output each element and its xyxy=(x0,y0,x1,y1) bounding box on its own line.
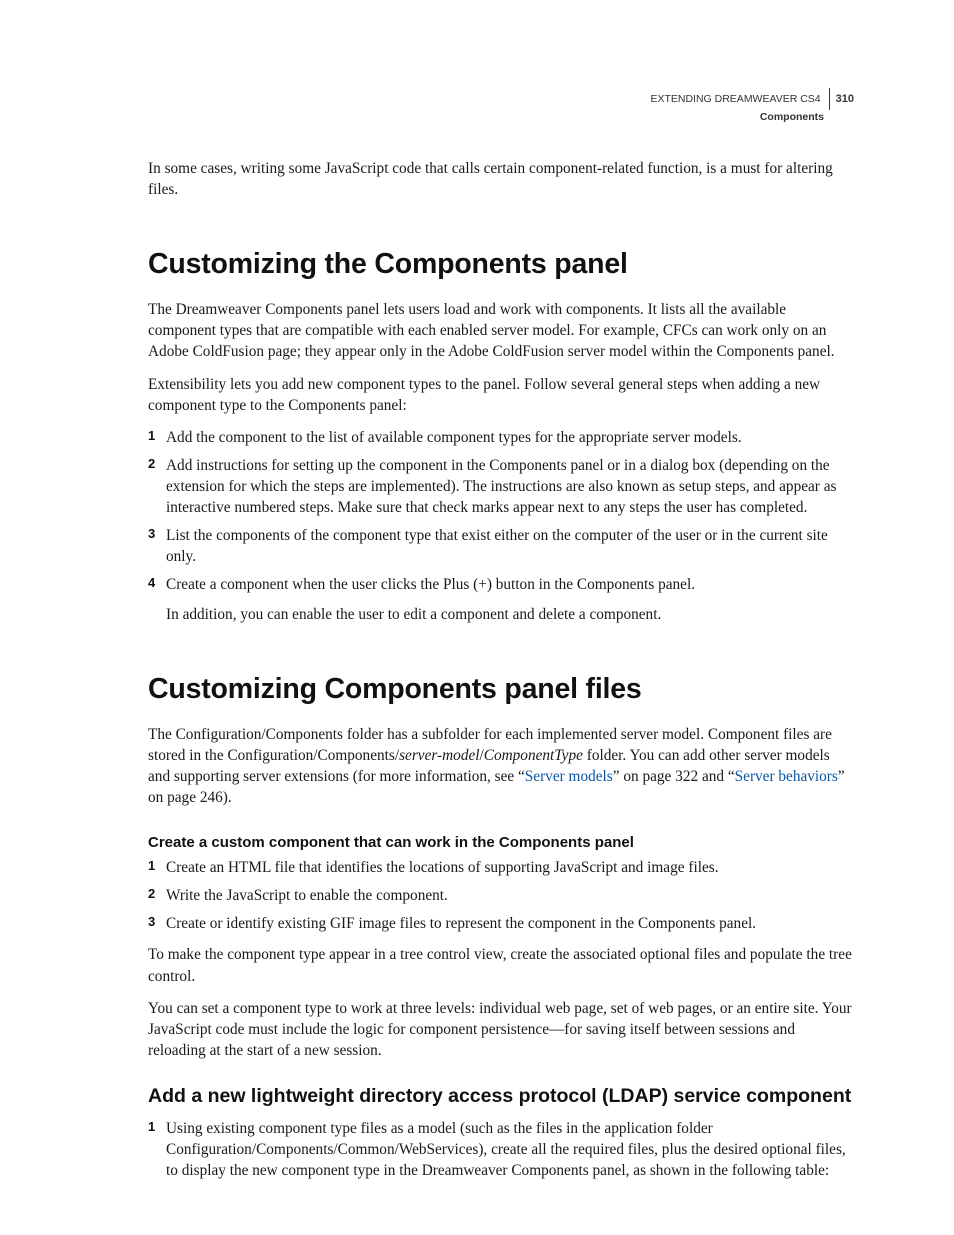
s1-step-3-text: List the components of the component typ… xyxy=(166,527,828,565)
s2-paragraph-3: You can set a component type to work at … xyxy=(148,998,854,1061)
section-2-title: Customizing Components panel files xyxy=(148,673,854,706)
s1-steps: Add the component to the list of availab… xyxy=(148,427,854,625)
s2-sub-steps: Using existing component type files as a… xyxy=(148,1118,854,1181)
s1-step-4: Create a component when the user clicks … xyxy=(148,574,854,624)
s2-link-server-models[interactable]: Server models xyxy=(525,768,613,785)
s2-paragraph-1: The Configuration/Components folder has … xyxy=(148,724,854,808)
s2-step-1-text: Create an HTML file that identifies the … xyxy=(166,859,719,876)
s2-p1-f: ” on page 322 and “ xyxy=(613,768,735,785)
s2-step-2-text: Write the JavaScript to enable the compo… xyxy=(166,887,448,904)
s2-paragraph-2: To make the component type appear in a t… xyxy=(148,944,854,986)
page-header: EXTENDING DREAMWEAVER CS4 310 Components xyxy=(650,88,854,124)
s2-step-3: Create or identify existing GIF image fi… xyxy=(148,913,854,934)
s1-step-4-followon: In addition, you can enable the user to … xyxy=(166,604,854,625)
s1-paragraph-2: Extensibility lets you add new component… xyxy=(148,374,854,416)
s2-p1-component-type: ComponentType xyxy=(484,747,583,764)
s1-step-4-text: Create a component when the user clicks … xyxy=(166,576,695,593)
s2-step-3-text: Create or identify existing GIF image fi… xyxy=(166,915,756,932)
intro-paragraph: In some cases, writing some JavaScript c… xyxy=(148,158,854,200)
s1-paragraph-1: The Dreamweaver Components panel lets us… xyxy=(148,299,854,362)
s2-step-1: Create an HTML file that identifies the … xyxy=(148,857,854,878)
s1-step-3: List the components of the component typ… xyxy=(148,525,854,567)
book-title: EXTENDING DREAMWEAVER CS4 xyxy=(650,92,820,106)
s2-p1-server-model: server-model xyxy=(399,747,479,764)
s2-runin-heading: Create a custom component that can work … xyxy=(148,834,854,851)
section-1-title: Customizing the Components panel xyxy=(148,248,854,281)
s1-step-1-text: Add the component to the list of availab… xyxy=(166,429,742,446)
s2-sub-step-1-text: Using existing component type files as a… xyxy=(166,1120,846,1179)
header-divider xyxy=(829,88,830,110)
header-section: Components xyxy=(650,110,824,124)
s2-steps: Create an HTML file that identifies the … xyxy=(148,857,854,934)
s2-link-server-behaviors[interactable]: Server behaviors xyxy=(735,768,838,785)
s1-step-1: Add the component to the list of availab… xyxy=(148,427,854,448)
page-number: 310 xyxy=(836,92,854,107)
s2-sub-step-1: Using existing component type files as a… xyxy=(148,1118,854,1181)
page: EXTENDING DREAMWEAVER CS4 310 Components… xyxy=(0,0,954,1235)
page-content: In some cases, writing some JavaScript c… xyxy=(148,158,854,1181)
s2-step-2: Write the JavaScript to enable the compo… xyxy=(148,885,854,906)
s2-sub-title: Add a new lightweight directory access p… xyxy=(148,1085,854,1108)
s1-step-2-text: Add instructions for setting up the comp… xyxy=(166,457,836,516)
s1-step-2: Add instructions for setting up the comp… xyxy=(148,455,854,518)
